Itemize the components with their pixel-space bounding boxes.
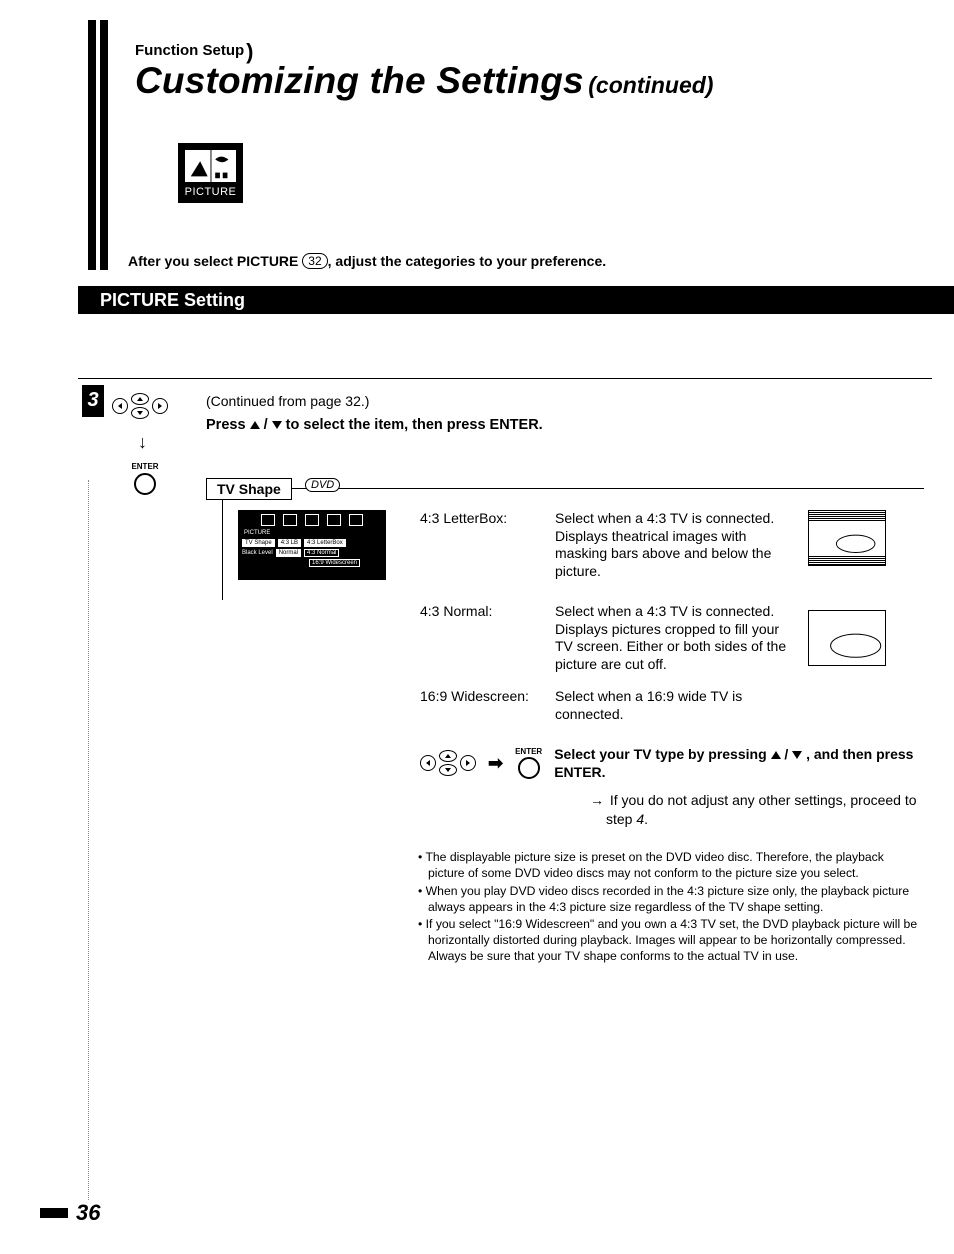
option-2-desc: Select when a 4:3 TV is connected. Displ… xyxy=(555,603,800,673)
dpad-left-icon-2 xyxy=(420,755,436,771)
tvshape-rule xyxy=(290,488,924,489)
press-a: Press xyxy=(206,417,250,433)
bullet-1: • The displayable picture size is preset… xyxy=(418,850,922,882)
dpad-up-icon-2 xyxy=(439,750,457,762)
select-instruction: Select your TV type by pressing / , and … xyxy=(554,745,924,781)
continued-note: (Continued from page 32.) xyxy=(206,393,369,409)
notes-list: • The displayable picture size is preset… xyxy=(418,850,922,967)
sel-txt-a: Select your TV type by pressing xyxy=(554,746,770,762)
section-header: PICTURE Setting xyxy=(78,286,954,314)
osd-heading: PICTURE xyxy=(242,529,382,537)
intro-suffix: , adjust the categories to your preferen… xyxy=(328,253,607,269)
dvd-tag: DVD xyxy=(305,478,340,492)
picture-badge-label: PICTURE xyxy=(181,184,240,200)
osd-r2c3: 4:3 Normal xyxy=(304,549,339,557)
select-block: ➡ ENTER Select your TV type by pressing … xyxy=(420,745,924,828)
dpad-down-icon xyxy=(131,407,149,419)
osd-r3: 16:9 Widescreen xyxy=(309,559,360,567)
down-arrow-icon-inline xyxy=(272,421,282,429)
right-arrow-icon: ➡ xyxy=(488,753,503,774)
dpad-icon xyxy=(112,393,168,419)
osd-r2c1: Black Level xyxy=(242,550,273,556)
bullet-2: • When you play DVD video discs recorded… xyxy=(418,884,922,916)
option-2-label: 4:3 Normal: xyxy=(420,603,492,619)
page-number-text: 36 xyxy=(76,1200,100,1225)
section-tag-text: Function Setup xyxy=(135,42,244,59)
bullet-3-text: If you select "16:9 Widescreen" and you … xyxy=(426,917,917,963)
osd-screenshot: PICTURE TV Shape 4:3 LB 4:3 LetterBox Bl… xyxy=(238,510,386,580)
vline xyxy=(222,500,223,600)
note-arrow: → xyxy=(590,792,610,808)
letterbox-thumb xyxy=(808,510,886,566)
option-1-desc: Select when a 4:3 TV is connected. Displ… xyxy=(555,510,795,580)
step-number: 3 xyxy=(82,385,104,417)
option-3-desc: Select when a 16:9 wide TV is connected. xyxy=(555,688,795,723)
dpad-right-icon-2 xyxy=(460,755,476,771)
note-suffix: . xyxy=(644,811,648,827)
tvshape-label: TV Shape xyxy=(206,478,292,500)
up-arrow-icon xyxy=(250,421,260,429)
dpad-icon-2 xyxy=(420,750,476,776)
page-ref: 32 xyxy=(302,253,327,269)
bullet-2-text: When you play DVD video discs recorded i… xyxy=(426,884,909,914)
enter-label-2: ENTER xyxy=(515,747,542,756)
osd-r1c3: 4:3 LetterBox xyxy=(304,539,346,547)
intro-prefix: After you select PICTURE xyxy=(128,253,302,269)
title-suffix: (continued) xyxy=(588,72,713,98)
enter-label-text: ENTER xyxy=(131,462,158,471)
option-1-label: 4:3 LetterBox: xyxy=(420,510,507,526)
down-arrow-icon-2 xyxy=(792,751,802,759)
proceed-note: → If you do not adjust any other setting… xyxy=(590,791,924,827)
press-instruction: Press / to select the item, then press E… xyxy=(206,417,543,433)
section-heading-text: PICTURE Setting xyxy=(100,290,245,310)
bullet-3: • If you select "16:9 Widescreen" and yo… xyxy=(418,917,922,965)
enter-button-icon: ENTER xyxy=(127,462,163,495)
osd-r2c2: Normal xyxy=(276,549,301,557)
osd-r1c1: TV Shape xyxy=(242,539,275,547)
note-text: If you do not adjust any other settings,… xyxy=(606,792,917,826)
dpad-left-icon xyxy=(112,398,128,414)
press-b: to select the item, then press ENTER. xyxy=(282,417,543,433)
title-main: Customizing the Settings xyxy=(135,60,584,101)
bullet-1-text: The displayable picture size is preset o… xyxy=(425,850,883,880)
dpad-right-icon xyxy=(152,398,168,414)
up-arrow-icon-2 xyxy=(771,751,781,759)
page-title: Customizing the Settings (continued) xyxy=(135,60,713,102)
dpad-up-icon xyxy=(131,393,149,405)
picture-icon xyxy=(185,150,236,182)
option-3-label: 16:9 Widescreen: xyxy=(420,688,529,704)
picture-badge: PICTURE xyxy=(178,143,243,203)
osd-r1c2: 4:3 LB xyxy=(278,539,301,547)
intro-text: After you select PICTURE 32, adjust the … xyxy=(128,253,606,269)
enter-icon-2: ENTER xyxy=(515,747,542,779)
dpad-down-icon-2 xyxy=(439,764,457,776)
page-number: 36 xyxy=(40,1200,100,1226)
normal-thumb xyxy=(808,610,886,666)
dotted-margin xyxy=(88,480,89,1200)
divider xyxy=(78,378,932,379)
note-step: 4 xyxy=(636,811,644,827)
side-bars xyxy=(88,20,110,270)
down-arrow-icon: ↓ xyxy=(138,432,147,453)
